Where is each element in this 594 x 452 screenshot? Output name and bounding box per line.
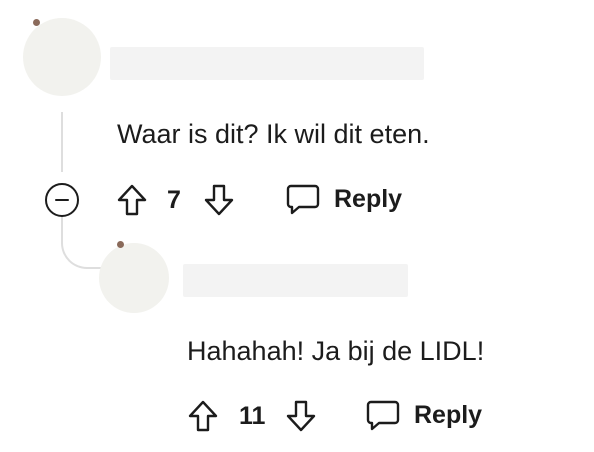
avatar[interactable] — [99, 243, 169, 313]
vote-count: 7 — [167, 186, 181, 214]
comment-body: Hahahah! Ja bij de LIDL! — [187, 336, 485, 366]
upvote-button[interactable] — [185, 398, 221, 434]
thread-branch-line[interactable] — [61, 216, 105, 269]
downvote-button[interactable] — [201, 182, 237, 218]
username-redacted[interactable] — [183, 264, 408, 297]
speech-bubble-icon — [366, 400, 400, 431]
arrow-down-icon — [204, 184, 234, 216]
reply-button[interactable]: Reply — [286, 183, 402, 215]
downvote-button[interactable] — [283, 398, 319, 434]
username-redacted[interactable] — [110, 47, 424, 80]
thread-line[interactable] — [61, 112, 63, 172]
avatar-accent — [33, 19, 40, 26]
avatar-accent — [117, 241, 124, 248]
arrow-up-icon — [188, 400, 218, 432]
reply-label: Reply — [414, 401, 483, 429]
comment-body: Waar is dit? Ik wil dit eten. — [117, 119, 430, 149]
collapse-thread-button[interactable] — [45, 183, 79, 217]
reply-label: Reply — [334, 185, 403, 213]
arrow-up-icon — [117, 184, 147, 216]
vote-count: 11 — [239, 402, 266, 430]
arrow-down-icon — [286, 400, 316, 432]
avatar[interactable] — [23, 18, 101, 96]
collapse-minus-icon — [55, 199, 69, 201]
reply-button[interactable]: Reply — [366, 399, 482, 431]
speech-bubble-icon — [286, 184, 320, 215]
upvote-button[interactable] — [114, 182, 150, 218]
